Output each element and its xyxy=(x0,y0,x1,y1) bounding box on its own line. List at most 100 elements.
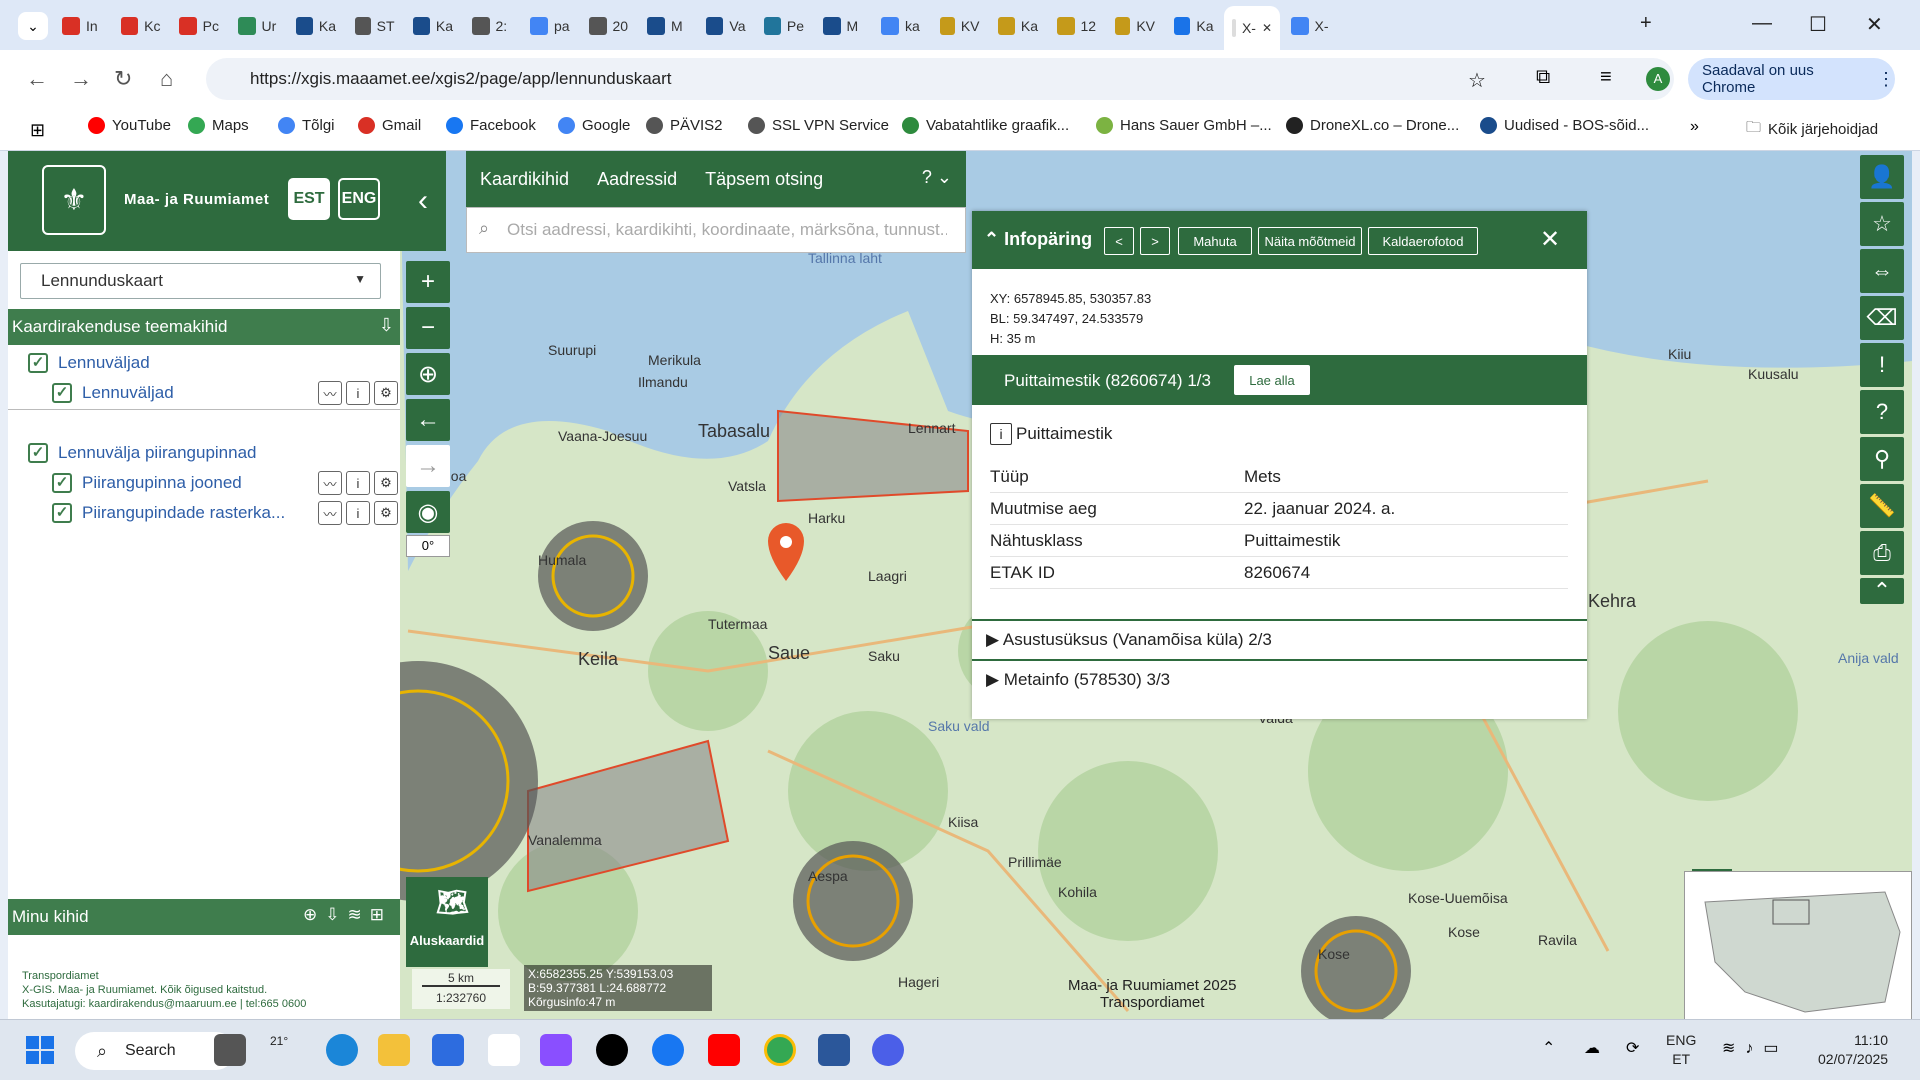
airfield-humala[interactable] xyxy=(538,521,648,631)
amazon-icon[interactable] xyxy=(488,1034,520,1066)
browser-tab[interactable]: Kc xyxy=(113,9,169,43)
browser-tab[interactable]: 2: xyxy=(464,9,520,43)
layers-download-icon[interactable]: ⇩ xyxy=(379,315,394,336)
new-tab-button[interactable]: + xyxy=(1640,12,1652,35)
browser-tab[interactable]: M xyxy=(639,9,695,43)
close-tab-icon[interactable]: ✕ xyxy=(1262,21,1272,35)
browser-tab[interactable]: Ur xyxy=(230,9,286,43)
youtube-icon[interactable] xyxy=(708,1034,740,1066)
layer-item[interactable]: ✓ Lennuväljad xyxy=(28,353,150,373)
browser-tab[interactable]: KV xyxy=(1107,9,1163,43)
accordion-metainfo[interactable]: ▶ Metainfo (578530) 3/3 xyxy=(972,659,1587,697)
lang-eng-button[interactable]: ENG xyxy=(338,178,380,220)
browser-tab[interactable]: Pe xyxy=(756,9,812,43)
lang-est-button[interactable]: EST xyxy=(288,178,330,220)
tab-aadressid[interactable]: Aadressid xyxy=(597,169,677,190)
info-icon[interactable]: i xyxy=(346,471,370,495)
layer-checkbox[interactable]: ✓ xyxy=(52,383,72,403)
bookmark-item[interactable]: DroneXL.co – Drone... xyxy=(1286,117,1459,134)
layer-checkbox[interactable]: ✓ xyxy=(52,503,72,523)
fit-button[interactable]: Mahuta xyxy=(1178,227,1252,255)
apps-icon[interactable]: ⊞ xyxy=(30,120,45,141)
legend-icon[interactable]: 〰 xyxy=(318,501,342,525)
compass-button[interactable]: ◉ xyxy=(406,491,450,533)
bookmark-item[interactable]: Google xyxy=(558,117,630,134)
m365-icon[interactable] xyxy=(540,1034,572,1066)
address-bar[interactable]: https://xgis.maaamet.ee/xgis2/page/app/l… xyxy=(206,58,1674,100)
next-button[interactable]: > xyxy=(1140,227,1170,255)
collapse-up-icon[interactable]: ⌃ xyxy=(984,229,1004,249)
help-expand-icon[interactable]: ? ⌄ xyxy=(922,167,952,188)
airfield-aespa[interactable] xyxy=(793,841,913,961)
browser-tab[interactable]: ka xyxy=(873,9,929,43)
taskbar-search[interactable]: ⌕ Search xyxy=(75,1032,235,1070)
layer-checkbox[interactable]: ✓ xyxy=(28,443,48,463)
extensions-icon[interactable]: ⧉ xyxy=(1536,66,1550,89)
bookmark-item[interactable]: Facebook xyxy=(446,117,536,134)
star-icon[interactable]: ☆ xyxy=(1468,68,1486,93)
layer-item[interactable]: ✓ Piirangupindade rasterka... xyxy=(52,503,285,523)
task-view-icon[interactable] xyxy=(214,1034,246,1066)
measure-ruler-icon[interactable]: 📏 xyxy=(1860,484,1904,528)
bookmark-item[interactable]: Maps xyxy=(188,117,249,134)
messenger-icon[interactable] xyxy=(872,1034,904,1066)
basemaps-button[interactable]: 🗺 Aluskaardid xyxy=(406,877,488,967)
network-icon[interactable]: ☁ xyxy=(1584,1038,1600,1058)
tray-chevron-icon[interactable]: ⌃ xyxy=(1542,1038,1555,1058)
info-icon[interactable]: i xyxy=(990,423,1012,445)
chrome-icon[interactable] xyxy=(764,1034,796,1066)
bookmark-item[interactable]: Vabatahtlike graafik... xyxy=(902,117,1069,134)
browser-tab[interactable]: 12 xyxy=(1049,9,1105,43)
weather-widget[interactable]: 21° xyxy=(270,1034,288,1048)
feedback-icon[interactable]: ! xyxy=(1860,343,1904,387)
tab-kaardikihid[interactable]: Kaardikihid xyxy=(480,169,569,190)
legend-icon[interactable]: 〰 xyxy=(318,381,342,405)
user-icon[interactable]: 👤 xyxy=(1860,155,1904,199)
browser-tab[interactable]: ST xyxy=(347,9,403,43)
clock[interactable]: 11:10 02/07/2025 xyxy=(1818,1031,1888,1069)
browser-tab[interactable]: M xyxy=(815,9,871,43)
bookmark-item[interactable]: Hans Sauer GmbH –... xyxy=(1096,117,1272,134)
media-icon[interactable]: ≡ xyxy=(1600,66,1612,89)
tiktok-icon[interactable] xyxy=(596,1034,628,1066)
map-select[interactable]: Lennunduskaart ▼ xyxy=(20,263,381,299)
maximize-button[interactable]: ☐ xyxy=(1809,12,1827,37)
pin-icon[interactable]: ⚲ xyxy=(1860,437,1904,481)
word-icon[interactable] xyxy=(818,1034,850,1066)
more-bookmarks-icon[interactable]: » xyxy=(1690,118,1699,136)
swipe-icon[interactable]: ⇔ xyxy=(1860,249,1904,293)
all-bookmarks[interactable]: 🗀 Kõik järjehoidjad xyxy=(1746,117,1878,142)
oblique-photos-button[interactable]: Kaldaerofotod xyxy=(1368,227,1478,255)
browser-tab[interactable]: Va xyxy=(698,9,754,43)
settings-icon[interactable]: ⚙ xyxy=(374,501,398,525)
browser-tab[interactable]: Pc xyxy=(171,9,227,43)
browser-tab[interactable]: In xyxy=(54,9,110,43)
collapse-tools-icon[interactable]: ⌃ xyxy=(1860,578,1904,604)
reload-button[interactable]: ↻ xyxy=(114,66,132,92)
bookmark-item[interactable]: PÄVIS2 xyxy=(646,117,723,134)
download-button[interactable]: Lae alla xyxy=(1234,365,1310,395)
bookmark-item[interactable]: Tõlgi xyxy=(278,117,335,134)
close-window-button[interactable]: ✕ xyxy=(1866,12,1883,37)
zoom-out-button[interactable]: − xyxy=(406,307,450,349)
facebook-icon[interactable] xyxy=(652,1034,684,1066)
settings-icon[interactable]: ⚙ xyxy=(374,471,398,495)
browser-tab[interactable]: Ka xyxy=(990,9,1046,43)
input-language[interactable]: ENG ET xyxy=(1666,1031,1696,1069)
browser-tab[interactable]: Ka xyxy=(288,9,344,43)
my-layers-tools-icon[interactable]: ⊕⇩≋⊞ xyxy=(303,905,392,925)
layer-checkbox[interactable]: ✓ xyxy=(52,473,72,493)
locate-button[interactable]: ⊕ xyxy=(406,353,450,395)
forward-button[interactable]: → xyxy=(70,66,92,92)
store-icon[interactable] xyxy=(432,1034,464,1066)
zoom-in-button[interactable]: + xyxy=(406,261,450,303)
collapse-panel-button[interactable]: ‹ xyxy=(400,151,446,251)
bookmark-item[interactable]: Uudised - BOS-sõid... xyxy=(1480,117,1649,134)
legend-icon[interactable]: 〰 xyxy=(318,471,342,495)
wifi-sound-battery-icons[interactable]: ≋♪▭ xyxy=(1722,1038,1789,1058)
accordion-asustusuksus[interactable]: ▶ Asustusüksus (Vanamõisa küla) 2/3 xyxy=(972,619,1587,657)
browser-tab[interactable]: 20 xyxy=(581,9,637,43)
prev-button[interactable]: < xyxy=(1104,227,1134,255)
chrome-update-button[interactable]: Saadaval on uus Chrome ⋮ xyxy=(1688,58,1895,100)
bookmark-item[interactable]: SSL VPN Service xyxy=(748,117,889,134)
